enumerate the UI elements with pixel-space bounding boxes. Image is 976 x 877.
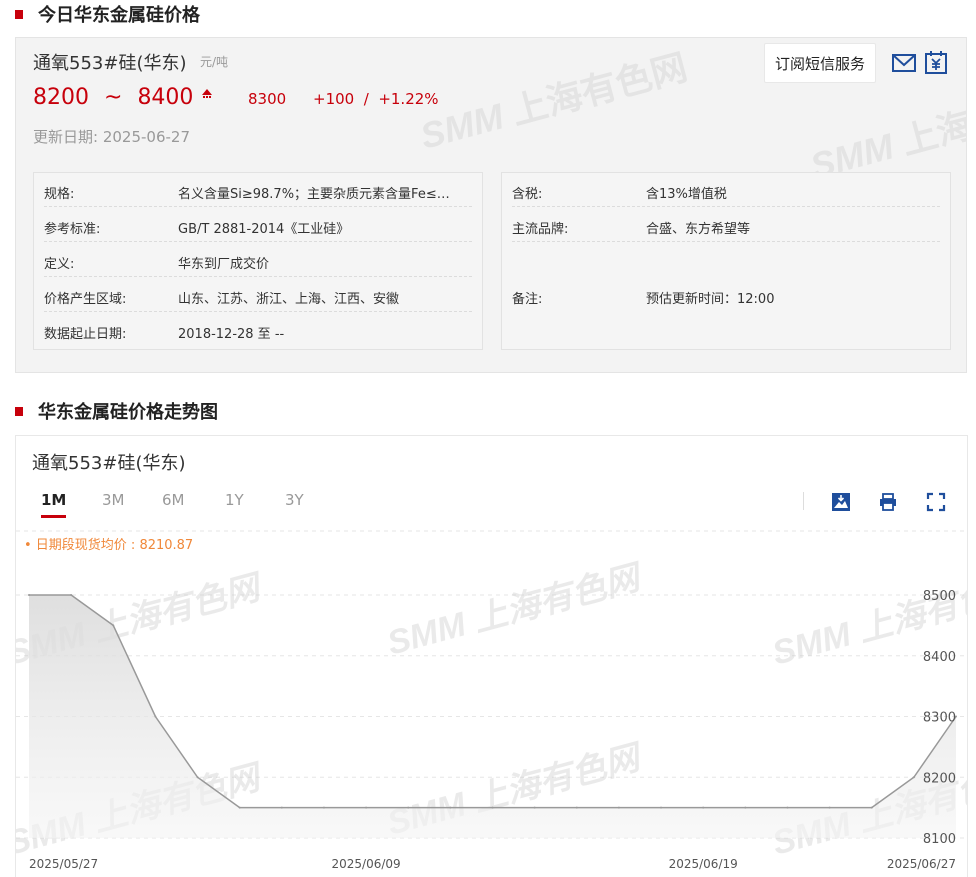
x-tick-label: 2025/06/27	[887, 857, 956, 871]
price-change: +100 / +1.22%	[313, 90, 439, 108]
info-row: 规格: 名义含量Si≥98.7%；主要杂质元素含量Fe≤…	[44, 173, 472, 207]
info-value: 山东、江苏、浙江、上海、江西、安徽	[178, 292, 400, 307]
subscribe-sms-button[interactable]: 订阅短信服务	[764, 43, 876, 83]
info-key: 规格:	[44, 187, 75, 202]
product-unit: 元/吨	[200, 55, 229, 69]
info-key: 定义:	[44, 257, 75, 272]
data-point[interactable]	[280, 806, 283, 809]
data-point[interactable]	[870, 806, 873, 809]
data-point[interactable]	[28, 594, 30, 596]
section-marker	[15, 9, 23, 19]
x-tick-label: 2025/05/27	[29, 857, 98, 871]
info-row: 含税: 含13%增值税	[512, 173, 940, 207]
data-point[interactable]	[322, 806, 325, 809]
data-point[interactable]	[70, 594, 73, 596]
price-low: 8200	[33, 85, 89, 110]
data-point[interactable]	[912, 776, 915, 779]
info-value: 预估更新时间：12:00	[646, 292, 775, 307]
section-marker	[15, 406, 23, 416]
info-box-left: 规格: 名义含量Si≥98.7%；主要杂质元素含量Fe≤… 参考标准: GB/T 28…	[33, 172, 483, 350]
price-trend-chart: SMM 上海有色网SMM 上海有色网SMM 上海有色网SMM 上海有色网SMM …	[16, 530, 967, 871]
info-value: 2018-12-28 至 --	[178, 327, 285, 342]
section-title-text: 今日华东金属硅价格	[38, 5, 200, 26]
data-point[interactable]	[617, 806, 620, 809]
info-row: 主流品牌: 合盛、东方希望等	[512, 208, 940, 242]
data-point[interactable]	[407, 806, 410, 809]
data-point[interactable]	[196, 776, 199, 779]
info-row: 数据起止日期: 2018-12-28 至 --	[44, 313, 472, 347]
info-key: 数据起止日期:	[44, 327, 127, 342]
info-key: 备注:	[512, 292, 543, 307]
info-value: 合盛、东方希望等	[646, 222, 751, 237]
info-key: 参考标准:	[44, 222, 101, 237]
info-value: 华东到厂成交价	[178, 257, 270, 272]
price-up-icon	[200, 88, 214, 103]
section-title-today-price: 今日华东金属硅价格	[15, 2, 200, 26]
previous-price: 8300	[248, 90, 287, 108]
product-name: 通氧553#硅(华东)	[33, 53, 187, 74]
data-point[interactable]	[786, 806, 789, 809]
data-point[interactable]	[702, 806, 705, 809]
data-point[interactable]	[449, 806, 452, 809]
y-tick-label: 8300	[923, 711, 956, 726]
price-tilde: ~	[104, 85, 123, 110]
data-point[interactable]	[533, 806, 536, 809]
info-value: 名义含量Si≥98.7%；主要杂质元素含量Fe≤…	[178, 187, 450, 202]
info-row: 定义: 华东到厂成交价	[44, 243, 472, 277]
data-point[interactable]	[154, 715, 157, 718]
data-point[interactable]	[112, 624, 115, 627]
info-row: 价格产生区域: 山东、江苏、浙江、上海、江西、安徽	[44, 278, 472, 312]
data-point[interactable]	[828, 806, 831, 809]
data-point[interactable]	[744, 806, 747, 809]
x-tick-label: 2025/06/19	[669, 857, 738, 871]
info-key: 价格产生区域:	[44, 292, 127, 307]
data-point[interactable]	[575, 806, 578, 809]
data-point[interactable]	[365, 806, 368, 809]
info-key: 含税:	[512, 187, 543, 202]
svg-text:SMM 上海有色网: SMM 上海有色网	[383, 558, 648, 663]
info-key: 主流品牌:	[512, 222, 569, 237]
section-title-text: 华东金属硅价格走势图	[38, 402, 218, 423]
y-tick-label: 8200	[923, 771, 956, 786]
info-value: GB/T 2881-2014《工业硅》	[178, 222, 350, 237]
info-value: 含13%增值税	[646, 187, 727, 202]
data-point[interactable]	[491, 806, 494, 809]
yuan-calendar-icon[interactable]	[923, 50, 949, 76]
x-tick-label: 2025/06/09	[332, 857, 401, 871]
y-tick-label: 8400	[923, 650, 956, 665]
update-date: 更新日期: 2025-06-27	[33, 128, 190, 146]
watermark: SMM 上海有色网	[383, 558, 648, 663]
data-point[interactable]	[238, 806, 241, 809]
info-row: 备注: 预估更新时间：12:00	[512, 278, 940, 312]
section-title-price-trend: 华东金属硅价格走势图	[15, 399, 218, 423]
price-panel: SMM上海有色网 SMM上海有色网 通氧553#硅(华东) 元/吨 8200 ~…	[15, 37, 967, 373]
chart-panel: 通氧553#硅(华东) 1M 3M 6M 1Y 3Y • 日期段现货均价 : 8…	[15, 435, 968, 877]
info-box-right: 含税: 含13%增值税主流品牌: 合盛、东方希望等备注: 预估更新时间：12:00	[501, 172, 951, 350]
mail-icon[interactable]	[891, 50, 917, 76]
price-high: 8400	[137, 85, 194, 110]
y-tick-label: 8500	[923, 589, 956, 604]
watermark: SMM上海有色网	[416, 46, 692, 157]
price-range: 8200 ~ 8400	[33, 85, 193, 110]
info-row: 参考标准: GB/T 2881-2014《工业硅》	[44, 208, 472, 242]
y-tick-label: 8100	[923, 832, 956, 847]
data-point[interactable]	[660, 806, 663, 809]
